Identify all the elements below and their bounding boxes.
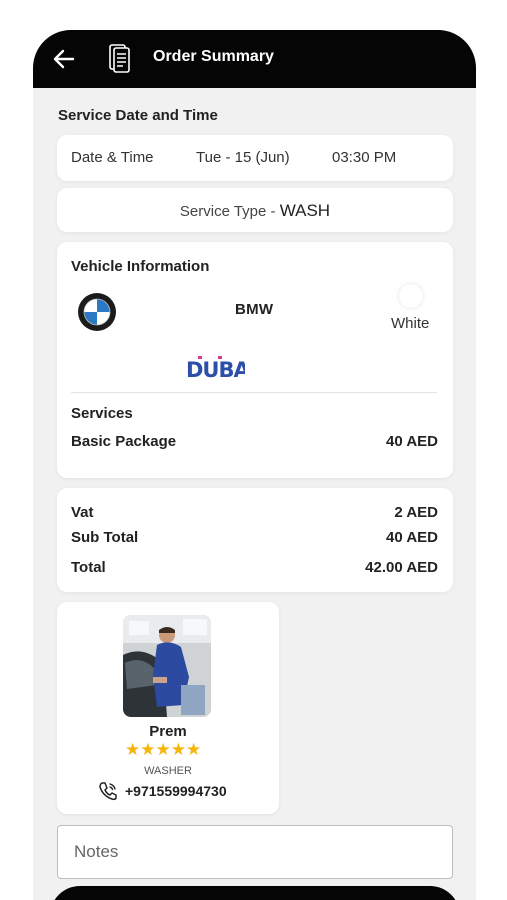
total-value: 42.00 AED [365, 559, 438, 576]
service-type-label: Service Type - [179, 203, 280, 220]
washer-role: WASHER [144, 765, 192, 777]
subtotal-value: 40 AED [386, 529, 438, 546]
service-item-price: 40 AED [386, 433, 438, 450]
washer-photo [123, 615, 211, 717]
washer-phone-number[interactable]: +971559994730 [125, 783, 227, 799]
vehicle-color: White [391, 315, 430, 332]
star-icon: ★ [155, 740, 171, 759]
vehicle-color-swatch [399, 284, 423, 308]
total-label: Total [71, 559, 106, 576]
star-icon: ★ [170, 740, 186, 759]
page-title: Order Summary [153, 48, 274, 65]
service-time: 03:30 PM [332, 149, 397, 166]
service-type-card: Service Type - WASH [57, 188, 453, 232]
bottom-bar [50, 886, 460, 900]
receipt-icon [109, 44, 130, 73]
washer-name: Prem [149, 723, 187, 740]
service-item-name: Basic Package [71, 433, 177, 450]
vat-value: 2 AED [394, 504, 438, 521]
vat-label: Vat [71, 504, 94, 521]
vehicle-brand: BMW [235, 301, 274, 318]
phone-call-icon[interactable] [97, 780, 119, 802]
service-date-time-heading: Service Date and Time [58, 107, 218, 124]
plate-emirate-text: DUBAI [186, 358, 245, 382]
washer-rating-stars: ★★★★★ [125, 740, 215, 760]
star-icon: ★ [140, 740, 156, 759]
services-heading: Services [71, 405, 133, 422]
vehicle-information-heading: Vehicle Information [71, 258, 210, 275]
washer-card: Prem ★★★★★ WASHER +971559994730 [57, 602, 279, 814]
order-summary-screen: Order Summary Service Date and Time Date… [33, 30, 476, 900]
back-arrow-icon[interactable] [51, 46, 77, 72]
bmw-logo-icon [78, 293, 116, 331]
totals-card: Vat 2 AED Sub Total 40 AED Total 42.00 A… [57, 488, 453, 592]
dubai-plate-logo: DUBAI [186, 356, 245, 382]
date-time-label: Date & Time [71, 149, 154, 166]
date-time-card: Date & Time Tue - 15 (Jun) 03:30 PM [57, 135, 453, 181]
star-icon: ★ [186, 740, 202, 759]
subtotal-label: Sub Total [71, 529, 139, 546]
service-type-value: WASH [279, 201, 331, 220]
star-icon: ★ [125, 740, 141, 759]
app-bar: Order Summary [33, 30, 476, 88]
notes-input[interactable] [57, 825, 453, 879]
service-date: Tue - 15 (Jun) [196, 149, 290, 166]
divider [71, 392, 437, 393]
vehicle-information-card: Vehicle Information BMW White DUBAI Serv… [57, 242, 453, 478]
